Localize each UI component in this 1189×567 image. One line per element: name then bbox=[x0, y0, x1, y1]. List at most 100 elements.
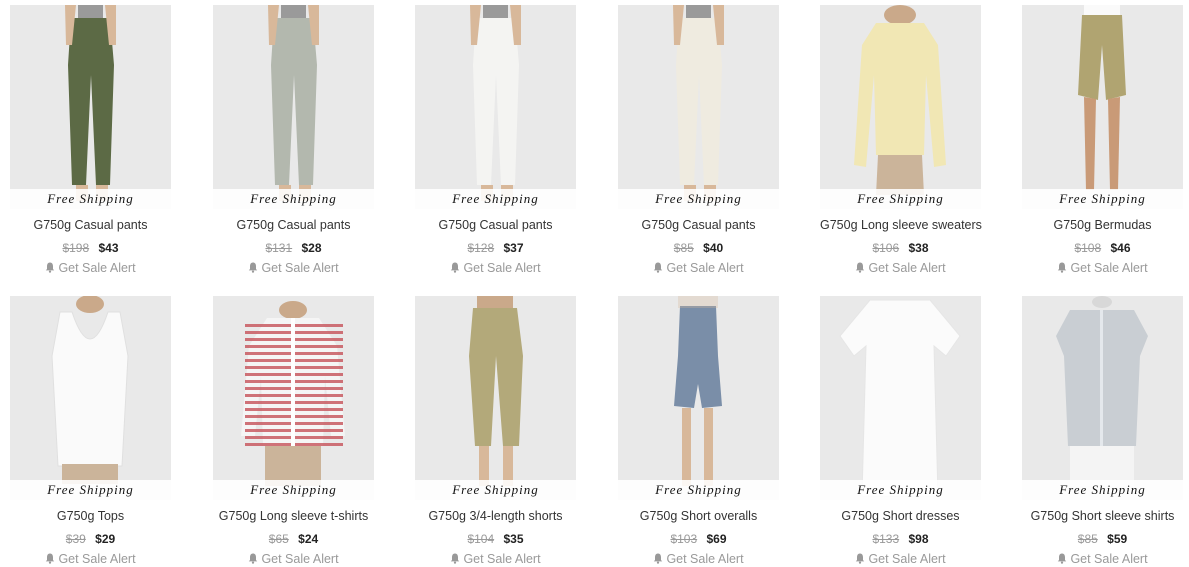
product-category: Long sleeve sweaters bbox=[861, 218, 982, 232]
get-sale-alert-link[interactable]: Get Sale Alert bbox=[10, 552, 171, 567]
get-sale-alert-link[interactable]: Get Sale Alert bbox=[820, 552, 981, 567]
product-category: Tops bbox=[97, 509, 125, 523]
product-card[interactable]: Free Shipping G750g Tops $39 $29 Get Sal… bbox=[10, 296, 171, 567]
sale-price: $46 bbox=[1110, 241, 1131, 255]
product-category: Short dresses bbox=[882, 509, 960, 523]
product-title[interactable]: G750g Casual pants bbox=[618, 218, 779, 232]
product-title[interactable]: G750g 3/4-length shorts bbox=[415, 509, 576, 523]
product-card[interactable]: Free Shipping G750g 3/4-length shorts $1… bbox=[415, 296, 576, 567]
original-price: $85 bbox=[673, 241, 694, 255]
product-category: Bermudas bbox=[1094, 218, 1152, 232]
product-title[interactable]: G750g Long sleeve t-shirts bbox=[213, 509, 374, 523]
get-sale-alert-link[interactable]: Get Sale Alert bbox=[10, 261, 171, 276]
product-card[interactable]: Free Shipping G750g Long sleeve sweaters… bbox=[820, 5, 982, 276]
free-shipping-label: Free Shipping bbox=[1022, 480, 1183, 500]
original-price: $198 bbox=[62, 241, 90, 255]
product-title[interactable]: G750g Tops bbox=[10, 509, 171, 523]
bell-icon bbox=[450, 553, 460, 567]
pants-icon bbox=[268, 5, 319, 201]
get-sale-alert-link[interactable]: Get Sale Alert bbox=[1022, 261, 1183, 276]
product-image[interactable]: Free Shipping bbox=[213, 5, 374, 209]
get-sale-alert-link[interactable]: Get Sale Alert bbox=[213, 552, 374, 567]
original-price: $131 bbox=[265, 241, 293, 255]
sale-alert-label: Get Sale Alert bbox=[1070, 552, 1148, 566]
free-shipping-label: Free Shipping bbox=[213, 189, 374, 209]
get-sale-alert-link[interactable]: Get Sale Alert bbox=[1022, 552, 1183, 567]
sale-alert-label: Get Sale Alert bbox=[58, 552, 136, 566]
free-shipping-label: Free Shipping bbox=[820, 480, 981, 500]
product-card[interactable]: Free Shipping G750g Casual pants $85 $40… bbox=[618, 5, 779, 276]
product-brand: G750g bbox=[820, 218, 858, 232]
bell-icon bbox=[1057, 553, 1067, 567]
sale-price: $35 bbox=[503, 532, 524, 546]
product-image[interactable]: Free Shipping bbox=[10, 296, 171, 500]
product-card[interactable]: Free Shipping G750g Short overalls $103 … bbox=[618, 296, 779, 567]
product-title[interactable]: G750g Casual pants bbox=[415, 218, 576, 232]
product-image[interactable]: Free Shipping bbox=[1022, 296, 1183, 500]
sale-alert-label: Get Sale Alert bbox=[58, 261, 136, 275]
original-price: $128 bbox=[467, 241, 495, 255]
product-card[interactable]: Free Shipping G750g Casual pants $128 $3… bbox=[415, 5, 576, 276]
original-price: $108 bbox=[1074, 241, 1102, 255]
product-category: Short overalls bbox=[680, 509, 758, 523]
bell-icon bbox=[855, 262, 865, 276]
sale-price: $28 bbox=[301, 241, 322, 255]
free-shipping-label: Free Shipping bbox=[618, 189, 779, 209]
bell-icon bbox=[45, 262, 55, 276]
capri-pants-icon bbox=[469, 296, 523, 486]
product-image[interactable]: Free Shipping bbox=[820, 5, 981, 209]
sale-alert-label: Get Sale Alert bbox=[463, 552, 541, 566]
get-sale-alert-link[interactable]: Get Sale Alert bbox=[618, 552, 779, 567]
product-prices: $106 $38 bbox=[820, 241, 981, 255]
sale-price: $24 bbox=[298, 532, 319, 546]
dress-icon bbox=[839, 299, 961, 497]
pants-icon bbox=[65, 5, 116, 201]
product-title[interactable]: G750g Casual pants bbox=[213, 218, 374, 232]
sale-price: $43 bbox=[98, 241, 119, 255]
bell-icon bbox=[855, 553, 865, 567]
product-card[interactable]: Free Shipping G750g Casual pants $131 $2… bbox=[213, 5, 374, 276]
product-card[interactable]: Free Shipping G750g Bermudas $108 $46 Ge… bbox=[1022, 5, 1183, 276]
product-title[interactable]: G750g Casual pants bbox=[10, 218, 171, 232]
get-sale-alert-link[interactable]: Get Sale Alert bbox=[415, 552, 576, 567]
product-category: Long sleeve t-shirts bbox=[259, 509, 369, 523]
get-sale-alert-link[interactable]: Get Sale Alert bbox=[618, 261, 779, 276]
get-sale-alert-link[interactable]: Get Sale Alert bbox=[213, 261, 374, 276]
product-card[interactable]: Free Shipping G750g Short sleeve shirts … bbox=[1022, 296, 1183, 567]
product-brand: G750g bbox=[1053, 218, 1092, 232]
sale-price: $59 bbox=[1107, 532, 1128, 546]
original-price: $103 bbox=[670, 532, 698, 546]
product-image[interactable]: Free Shipping bbox=[213, 296, 374, 500]
original-price: $106 bbox=[872, 241, 900, 255]
free-shipping-label: Free Shipping bbox=[10, 189, 171, 209]
product-title[interactable]: G750g Bermudas bbox=[1022, 218, 1183, 232]
product-image[interactable]: Free Shipping bbox=[618, 5, 779, 209]
product-brand: G750g bbox=[1030, 509, 1069, 523]
product-brand: G750g bbox=[33, 218, 72, 232]
product-image[interactable]: Free Shipping bbox=[1022, 5, 1183, 209]
get-sale-alert-link[interactable]: Get Sale Alert bbox=[415, 261, 576, 276]
product-image[interactable]: Free Shipping bbox=[415, 5, 576, 209]
product-image[interactable]: Free Shipping bbox=[10, 5, 171, 209]
product-image[interactable]: Free Shipping bbox=[415, 296, 576, 500]
get-sale-alert-link[interactable]: Get Sale Alert bbox=[820, 261, 981, 276]
sale-alert-label: Get Sale Alert bbox=[868, 261, 946, 275]
product-card[interactable]: Free Shipping G750g Casual pants $198 $4… bbox=[10, 5, 171, 276]
product-image[interactable]: Free Shipping bbox=[820, 296, 981, 500]
product-brand: G750g bbox=[236, 218, 275, 232]
product-image[interactable]: Free Shipping bbox=[618, 296, 779, 500]
product-title[interactable]: G750g Short overalls bbox=[618, 509, 779, 523]
original-price: $104 bbox=[467, 532, 495, 546]
product-prices: $198 $43 bbox=[10, 241, 171, 255]
product-title[interactable]: G750g Short sleeve shirts bbox=[1022, 509, 1183, 523]
product-title[interactable]: G750g Short dresses bbox=[820, 509, 981, 523]
bell-icon bbox=[1057, 262, 1067, 276]
product-card[interactable]: Free Shipping G750g Short dresses $133 $… bbox=[820, 296, 981, 567]
product-title[interactable]: G750g Long sleeve sweaters bbox=[820, 218, 982, 232]
product-prices: $108 $46 bbox=[1022, 241, 1183, 255]
tank-top-icon bbox=[51, 296, 129, 484]
shirt-icon bbox=[1056, 296, 1148, 486]
free-shipping-label: Free Shipping bbox=[415, 480, 576, 500]
sweater-icon bbox=[854, 5, 946, 195]
product-card[interactable]: Free Shipping G750g Long sleeve t-shirts… bbox=[213, 296, 374, 567]
